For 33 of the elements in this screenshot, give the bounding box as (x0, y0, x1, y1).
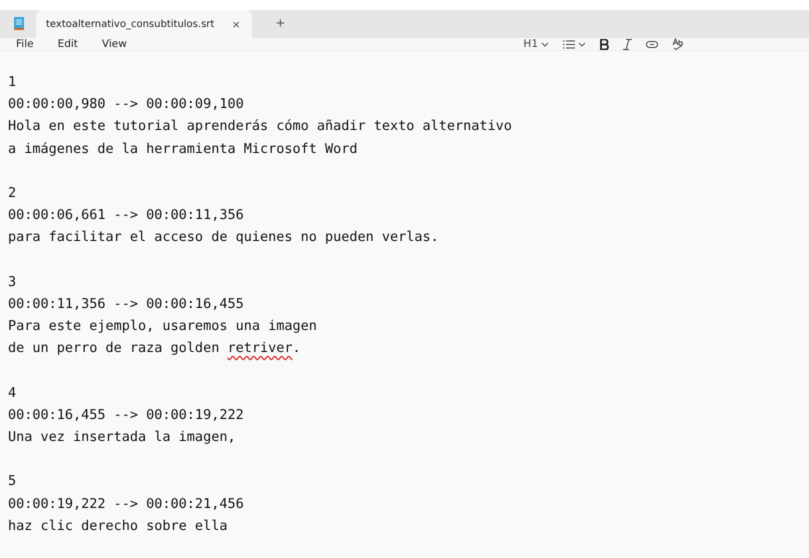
subtitle-number: 2 (8, 184, 18, 203)
tab-title: textoalternativo_consubtitulos.srt (46, 18, 214, 30)
menu-item[interactable]: View (92, 38, 137, 50)
timestamp-line: 00:00:11,356 --> 00:00:16,455 (8, 294, 245, 314)
link-icon[interactable] (646, 40, 658, 48)
menu-item[interactable]: File (6, 38, 44, 50)
spellcheck-icon[interactable] (672, 38, 684, 50)
notepad-icon (14, 17, 24, 30)
chevron-down-icon (541, 42, 549, 46)
subtitle-number: 3 (8, 272, 18, 292)
subtitle-number: 1 (8, 73, 18, 92)
timestamp-line: 00:00:00,980 --> 00:00:09,100 (8, 95, 245, 114)
bold-icon[interactable] (600, 38, 609, 50)
text-line: para facilitar el acceso de quienes no pueden verlas. (8, 228, 440, 248)
timestamp-line: 00:00:06,661 --> 00:00:11,356 (8, 206, 245, 226)
list-dropdown[interactable] (563, 40, 586, 48)
text-line: Una vez insertada la imagen, (8, 428, 237, 447)
heading-dropdown[interactable]: H1 (523, 38, 549, 50)
text-line: haz clic derecho sobre ella (8, 516, 228, 536)
new-tab-button[interactable]: + (270, 14, 291, 33)
text-line: Para este ejemplo, usaremos una imagen (8, 317, 318, 336)
close-tab-button[interactable]: × (230, 16, 242, 32)
chevron-down-icon (578, 42, 586, 46)
timestamp-line: 00:00:16,455 --> 00:00:19,222 (8, 406, 245, 425)
menu-item[interactable]: Edit (48, 38, 88, 50)
subtitle-number: 4 (8, 384, 18, 403)
file-tab[interactable]: textoalternativo_consubtitulos.srt × (36, 10, 252, 38)
timestamp-line: 00:00:19,222 --> 00:00:21,456 (8, 494, 245, 514)
subtitle-number: 5 (8, 472, 18, 492)
text-line: Hola en este tutorial aprenderás cómo añadir texto alternativo (8, 117, 513, 136)
text-line: de un perro de raza golden retriver. (8, 339, 302, 358)
italic-icon[interactable] (623, 38, 632, 50)
text-line: a imágenes de la herramienta Microsoft Word (8, 140, 358, 159)
